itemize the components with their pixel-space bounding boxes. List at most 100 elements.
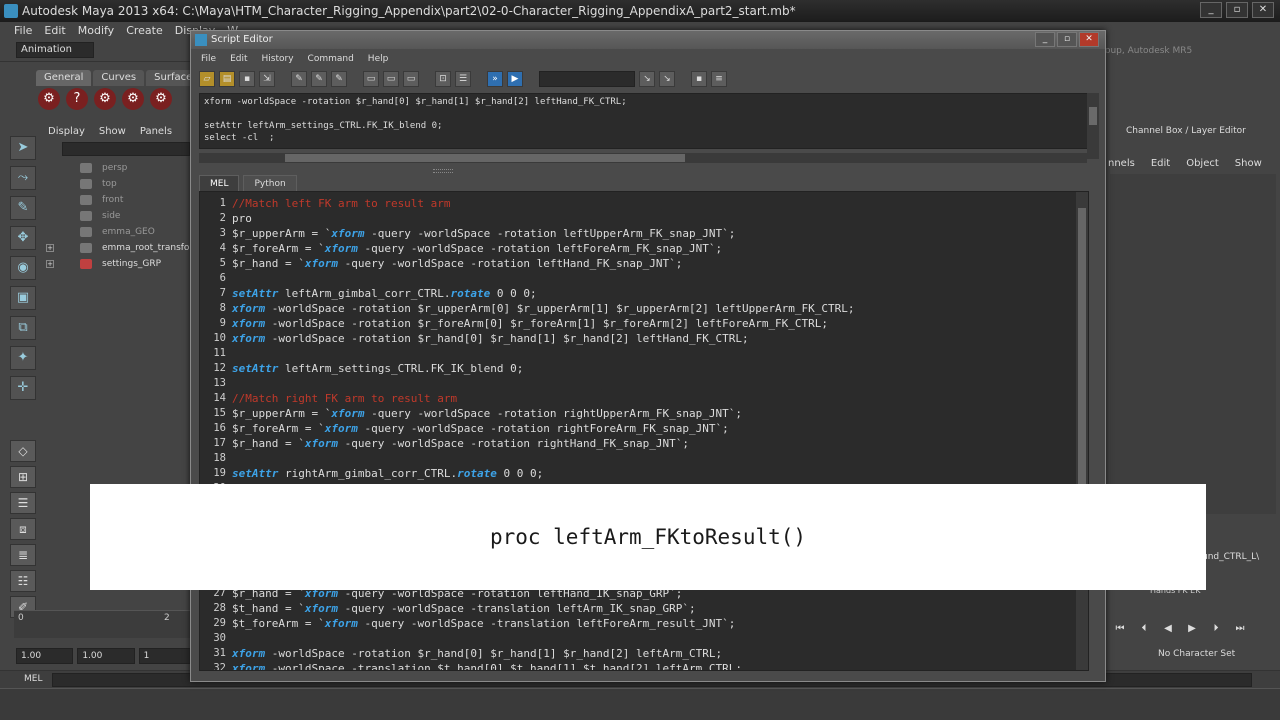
execute-icon[interactable]: ▶ (507, 71, 523, 87)
select-tool-icon[interactable]: ➤ (10, 136, 36, 160)
help-icon[interactable]: ? (66, 88, 88, 110)
manipulator-icon[interactable]: ⧉ (10, 316, 36, 340)
shelf-tool-icon[interactable]: ⚙ (122, 88, 144, 110)
minimize-button[interactable]: _ (1200, 2, 1222, 18)
shelf-tool-icon[interactable]: ⚙ (38, 88, 60, 110)
outliner-item[interactable]: front (44, 192, 190, 208)
close-button[interactable]: ✕ (1079, 32, 1099, 47)
go-to-start-icon[interactable]: ⏮ (1112, 622, 1128, 636)
command-language-label[interactable]: MEL (24, 674, 42, 684)
menu-modify[interactable]: Modify (78, 22, 114, 40)
outliner-item[interactable]: persp (44, 160, 190, 176)
outliner-item[interactable]: + settings_GRP (44, 256, 190, 272)
execute-all-icon[interactable]: » (487, 71, 503, 87)
outliner-item[interactable]: emma_GEO (44, 224, 190, 240)
shelf-tool-icon[interactable]: ⚙ (150, 88, 172, 110)
minimize-button[interactable]: _ (1035, 32, 1055, 47)
channel-box-menu-channels[interactable]: nnels (1108, 158, 1135, 169)
start-time-field[interactable]: 1.00 (16, 648, 74, 664)
range-field[interactable]: 1 (138, 648, 196, 664)
shelf-tab-curves[interactable]: Curves (93, 70, 145, 86)
go-to-end-icon[interactable]: ⏭ (1232, 622, 1248, 636)
echo-commands-icon[interactable]: ⊡ (435, 71, 451, 87)
show-input-icon[interactable]: ▭ (383, 71, 399, 87)
outliner-filter-field[interactable] (62, 142, 190, 156)
graph-layout-icon[interactable]: ⧈ (10, 518, 36, 540)
outliner-menu-show[interactable]: Show (99, 126, 126, 140)
shelf-tab-general[interactable]: General (36, 70, 92, 86)
script-editor-title-bar[interactable]: Script Editor _ ▫ ✕ (191, 31, 1105, 49)
channel-box-menu-show[interactable]: Show (1235, 158, 1262, 169)
clear-input-icon[interactable]: ✎ (311, 71, 327, 87)
step-back-icon[interactable]: ⏴ (1136, 622, 1152, 636)
menu-edit[interactable]: Edit (44, 22, 65, 40)
code-vertical-scrollbar[interactable] (1076, 192, 1088, 670)
command-list-icon[interactable]: ≡ (711, 71, 727, 87)
last-tool-icon[interactable]: ✦ (10, 346, 36, 370)
search-prev-icon[interactable]: ↘ (639, 71, 655, 87)
history-pane[interactable]: xform -worldSpace -rotation $r_hand[0] $… (199, 93, 1089, 149)
step-forward-icon[interactable]: ⏵ (1208, 622, 1224, 636)
maximize-button[interactable]: ▫ (1057, 32, 1077, 47)
playback-start-field[interactable]: 1.00 (77, 648, 135, 664)
history-horizontal-scrollbar[interactable] (199, 153, 1087, 163)
single-pane-layout-icon[interactable]: ◇ (10, 440, 36, 462)
line-number: 1 (219, 197, 226, 209)
command-search-field[interactable] (539, 71, 635, 87)
menu-file[interactable]: File (14, 22, 32, 40)
expand-icon[interactable]: + (46, 244, 54, 252)
rotate-tool-icon[interactable]: ◉ (10, 256, 36, 280)
tab-mel[interactable]: MEL (199, 175, 240, 191)
layer-layout-icon[interactable]: ≣ (10, 544, 36, 566)
code-input-pane[interactable]: 1 //Match left FK arm to result arm 2 pro 3 $… (199, 191, 1089, 671)
outliner-layout-icon[interactable]: ☰ (10, 492, 36, 514)
outliner-menu-panels[interactable]: Panels (140, 126, 172, 140)
outliner-menu-display[interactable]: Display (48, 126, 85, 140)
scroll-thumb[interactable] (1078, 208, 1086, 498)
line-numbers-icon[interactable]: ☰ (455, 71, 471, 87)
open-script-icon[interactable]: ▱ (199, 71, 215, 87)
pane-divider-handle[interactable] (433, 169, 453, 173)
channel-box-menu-edit[interactable]: Edit (1151, 158, 1170, 169)
scroll-thumb[interactable] (285, 154, 685, 162)
clear-all-icon[interactable]: ✎ (331, 71, 347, 87)
clear-history-icon[interactable]: ✎ (291, 71, 307, 87)
play-forwards-icon[interactable]: ▶ (1184, 622, 1200, 636)
show-manipulator-icon[interactable]: ✛ (10, 376, 36, 400)
outliner-item[interactable]: + emma_root_transform (44, 240, 202, 256)
expand-icon[interactable]: + (46, 260, 54, 268)
scroll-thumb[interactable] (1089, 107, 1097, 125)
se-menu-file[interactable]: File (201, 51, 216, 67)
hypershade-layout-icon[interactable]: ☷ (10, 570, 36, 592)
se-menu-command[interactable]: Command (308, 51, 354, 67)
maximize-button[interactable]: ▫ (1226, 2, 1248, 18)
show-both-icon[interactable]: ▭ (403, 71, 419, 87)
mode-selector[interactable]: Animation (16, 42, 94, 58)
quick-help-icon[interactable]: ▪ (691, 71, 707, 87)
se-menu-history[interactable]: History (262, 51, 294, 67)
play-backwards-icon[interactable]: ◀ (1160, 622, 1176, 636)
character-set-label[interactable]: No Character Set (1158, 649, 1235, 659)
move-tool-icon[interactable]: ✥ (10, 226, 36, 250)
save-script-icon[interactable]: ▪ (239, 71, 255, 87)
outliner-item[interactable]: top (44, 176, 190, 192)
source-script-icon[interactable]: ▤ (219, 71, 235, 87)
line-number: 16 (213, 422, 226, 434)
close-button[interactable]: ✕ (1252, 2, 1274, 18)
tab-python[interactable]: Python (243, 175, 297, 191)
se-menu-help[interactable]: Help (368, 51, 389, 67)
channel-box-menu-object[interactable]: Object (1186, 158, 1219, 169)
paint-select-icon[interactable]: ✎ (10, 196, 36, 220)
lasso-tool-icon[interactable]: ⤳ (10, 166, 36, 190)
history-vertical-scrollbar[interactable] (1087, 93, 1099, 159)
save-to-shelf-icon[interactable]: ⇲ (259, 71, 275, 87)
menu-create[interactable]: Create (126, 22, 163, 40)
show-history-icon[interactable]: ▭ (363, 71, 379, 87)
four-pane-layout-icon[interactable]: ⊞ (10, 466, 36, 488)
search-next-icon[interactable]: ↘ (659, 71, 675, 87)
outliner-item[interactable]: side (44, 208, 190, 224)
se-menu-edit[interactable]: Edit (230, 51, 247, 67)
time-slider[interactable]: 0 2 (14, 610, 194, 638)
shelf-tool-icon[interactable]: ⚙ (94, 88, 116, 110)
scale-tool-icon[interactable]: ▣ (10, 286, 36, 310)
